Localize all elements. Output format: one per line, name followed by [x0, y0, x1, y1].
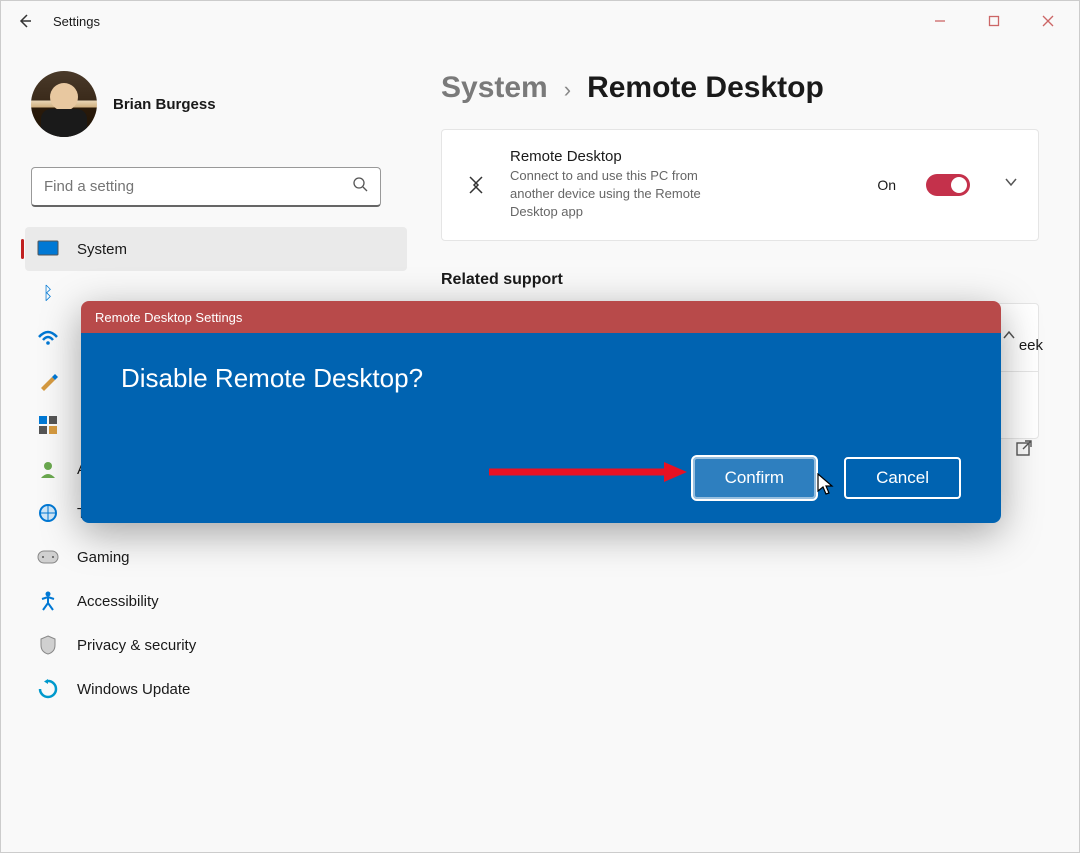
apps-icon — [37, 414, 59, 436]
remote-desktop-toggle[interactable] — [926, 174, 970, 196]
game-icon — [37, 546, 59, 568]
bluetooth-icon: ᛒ — [37, 282, 59, 304]
breadcrumb-parent[interactable]: System — [441, 71, 548, 105]
search-input[interactable] — [44, 178, 352, 195]
wifi-icon — [37, 326, 59, 348]
search-icon — [352, 176, 368, 197]
obscured-text: eek — [1019, 337, 1043, 354]
accessibility-icon — [37, 590, 59, 612]
chevron-down-icon[interactable] — [1004, 175, 1018, 194]
update-icon — [37, 678, 59, 700]
nav-label: Gaming — [77, 549, 130, 566]
nav-item-accessibility[interactable]: Accessibility — [25, 579, 407, 623]
back-button[interactable] — [9, 5, 41, 37]
close-button[interactable] — [1025, 5, 1071, 37]
breadcrumb: System › Remote Desktop — [441, 71, 1039, 105]
minimize-button[interactable] — [917, 5, 963, 37]
cancel-button[interactable]: Cancel — [844, 457, 961, 499]
search-box[interactable] — [31, 167, 381, 207]
page-title: Remote Desktop — [587, 71, 824, 105]
nav-label: Windows Update — [77, 681, 190, 698]
remote-desktop-card[interactable]: Remote Desktop Connect to and use this P… — [441, 129, 1039, 241]
window-controls — [917, 5, 1071, 37]
nav-label: Accessibility — [77, 593, 159, 610]
chevron-right-icon: › — [564, 77, 571, 103]
card-title: Remote Desktop — [510, 148, 857, 165]
toggle-label: On — [877, 177, 896, 193]
nav-label: System — [77, 241, 127, 258]
external-link-icon[interactable] — [1015, 439, 1033, 462]
profile[interactable]: Brian Burgess — [1, 71, 411, 167]
globe-clock-icon — [37, 502, 59, 524]
nav-item-gaming[interactable]: Gaming — [25, 535, 407, 579]
titlebar: Settings — [1, 1, 1079, 41]
remote-desktop-icon — [462, 173, 490, 197]
nav-item-update[interactable]: Windows Update — [25, 667, 407, 711]
related-heading: Related support — [441, 271, 1039, 289]
window-title: Settings — [53, 14, 100, 29]
card-description: Connect to and use this PC from another … — [510, 167, 740, 222]
nav-item-privacy[interactable]: Privacy & security — [25, 623, 407, 667]
avatar — [31, 71, 97, 137]
nav-item-system[interactable]: System — [25, 227, 407, 271]
system-icon — [37, 238, 59, 260]
dialog-title: Remote Desktop Settings — [95, 310, 242, 325]
profile-name: Brian Burgess — [113, 96, 216, 113]
maximize-button[interactable] — [971, 5, 1017, 37]
chevron-up-icon — [1002, 328, 1016, 347]
dialog-titlebar: Remote Desktop Settings — [81, 301, 1001, 333]
dialog-heading: Disable Remote Desktop? — [121, 363, 961, 394]
arrow-left-icon — [17, 13, 33, 29]
settings-window: Settings Brian Burgess — [0, 0, 1080, 853]
disable-remote-desktop-dialog: Remote Desktop Settings Disable Remote D… — [81, 301, 1001, 523]
shield-icon — [37, 634, 59, 656]
nav-label: Privacy & security — [77, 637, 196, 654]
person-icon — [37, 458, 59, 480]
confirm-button[interactable]: Confirm — [693, 457, 817, 499]
paint-icon — [37, 370, 59, 392]
